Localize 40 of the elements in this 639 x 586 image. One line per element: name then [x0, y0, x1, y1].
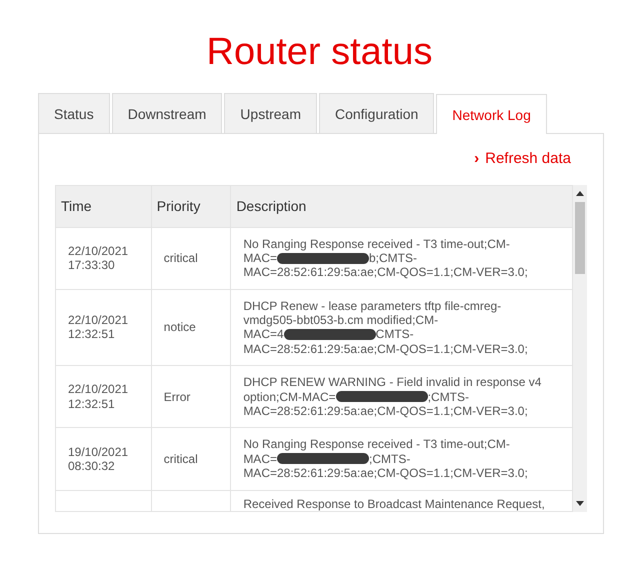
description-text: CMTS- [376, 327, 414, 342]
description-text: MAC=28:52:61:29:5a:ae;CM-QOS=1.1;CM-VER=3.0; [243, 265, 528, 280]
description-text: Received Response to Broadcast Maintenance Request, [243, 496, 545, 511]
page-title: Router status [206, 33, 434, 71]
table-cell: 22/10/2021 17:33:30 [56, 227, 152, 290]
description-text: MAC= [243, 250, 277, 266]
column-header: Time [56, 185, 152, 227]
tab[interactable]: Network Log [436, 94, 547, 134]
description-text: vmdg505-bbt053-b.cm modified;CM- [243, 313, 438, 328]
refresh-data-link[interactable]: › Refresh data [55, 148, 587, 170]
column-header: Priority [151, 185, 231, 227]
description-text: ;CMTS- [369, 452, 410, 466]
scrollbar[interactable] [573, 184, 587, 512]
scroll-down-icon[interactable] [576, 500, 584, 506]
description-text: MAC=28:52:61:29:5a:ae;CM-QOS=1.1;CM-VER=3.0; [243, 404, 528, 418]
tab[interactable]: Upstream [224, 93, 317, 133]
table-cell: critical [151, 428, 231, 490]
tab[interactable]: Downstream [112, 93, 222, 133]
table-cell: Error [151, 366, 231, 428]
description-text: MAC=4 [243, 327, 284, 342]
description-text: DHCP Renew - lease parameters tftp file-cmreg- [243, 298, 502, 314]
table-cell: notice [151, 289, 231, 366]
table-cell: 22/10/2021 12:32:51 [56, 366, 152, 428]
scroll-up-icon[interactable] [576, 190, 584, 196]
tab[interactable]: Status [38, 93, 110, 133]
scrollbar-thumb[interactable] [575, 202, 585, 274]
description-text: b;CMTS- [369, 250, 417, 266]
table-cell: 22/10/2021 12:32:51 [56, 289, 152, 366]
table-cell: critical [151, 227, 231, 290]
description-text: ;CMTS- [428, 390, 470, 404]
description-text: MAC=28:52:61:29:5a:ae;CM-QOS=1.1;CM-VER=3.0; [243, 342, 528, 356]
column-header: Description [230, 185, 572, 227]
description-text: DHCP RENEW WARNING - Field invalid in response v4 [243, 375, 542, 390]
tab[interactable]: Configuration [318, 93, 434, 133]
description-text: MAC= [243, 452, 277, 466]
description-text: option;CM-MAC= [243, 390, 336, 404]
description-text: No Ranging Response received - T3 time-out;CM- [243, 236, 510, 251]
description-text: MAC=28:52:61:29:5a:ae;CM-QOS=1.1;CM-VER=3.0; [243, 466, 528, 481]
description-text: No Ranging Response received - T3 time-out;CM- [243, 437, 510, 452]
table-cell: 19/10/2021 08:30:32 [56, 428, 152, 490]
